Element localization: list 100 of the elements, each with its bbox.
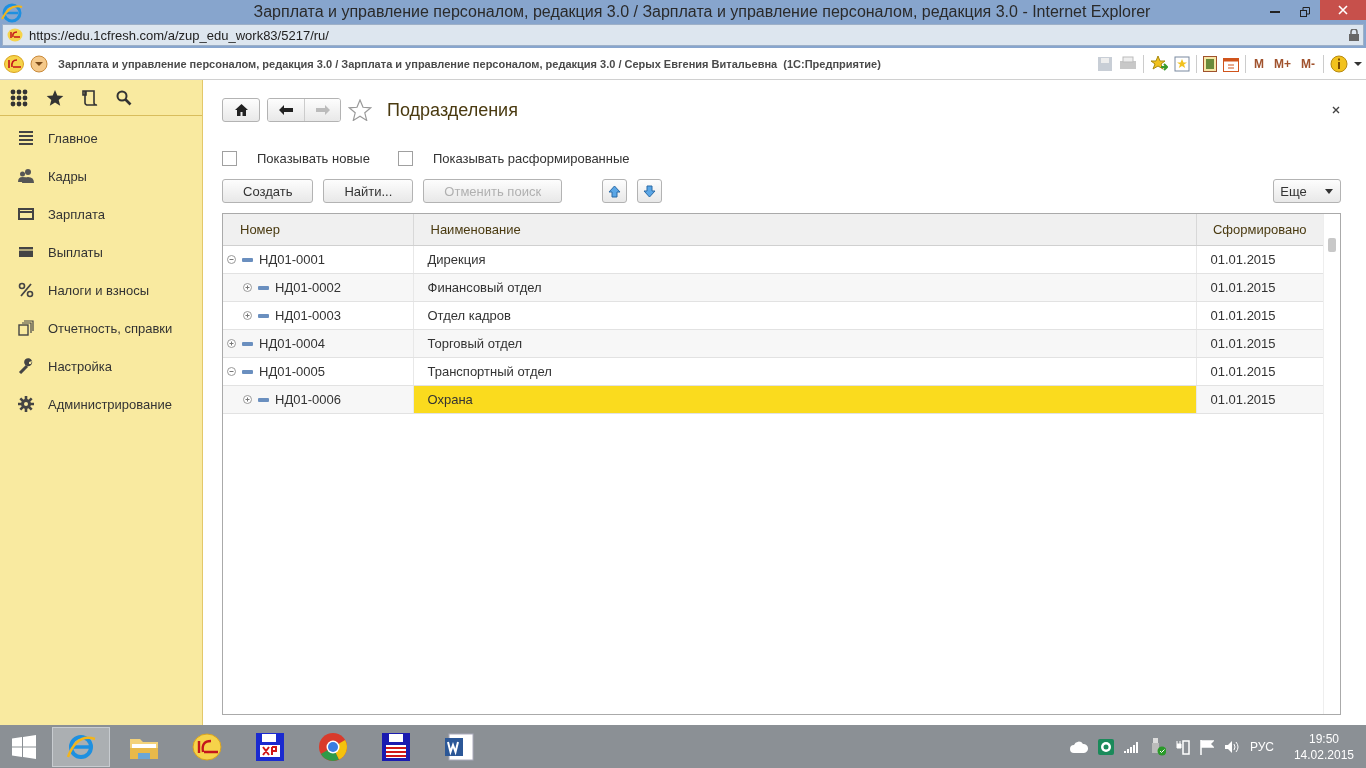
section-icon — [18, 358, 34, 374]
group-icon — [242, 257, 253, 262]
eye-app-icon[interactable] — [1097, 738, 1114, 755]
arrow-up-icon — [608, 184, 622, 198]
search-icon[interactable] — [116, 89, 132, 106]
flag-icon[interactable] — [1199, 738, 1214, 755]
home-icon — [234, 104, 248, 116]
restore-icon — [1300, 7, 1310, 17]
table-cell: Отдел кадров — [413, 301, 1196, 330]
department-number: НД01-0002 — [275, 280, 341, 295]
star-add-icon[interactable] — [1150, 54, 1168, 73]
move-down-button[interactable] — [637, 179, 663, 203]
table-cell: 01.01.2015 — [1196, 385, 1323, 414]
sidebar-item[interactable]: Отчетность, справки — [0, 309, 202, 347]
toolbar-button[interactable]: Создать — [222, 179, 314, 203]
signal-icon[interactable] — [1123, 740, 1140, 753]
apps-grid-icon[interactable] — [10, 88, 28, 107]
section-icon — [18, 396, 34, 412]
arrow-right-icon — [315, 105, 330, 115]
section-icon — [18, 320, 34, 336]
arrow-left-icon — [279, 105, 293, 115]
document-w-icon — [443, 730, 475, 763]
move-up-button[interactable] — [602, 179, 628, 203]
menu-dropdown-icon[interactable] — [30, 54, 48, 73]
checkbox-label: Показывать расформированные — [432, 150, 630, 166]
table-cell: Транспортный отдел — [413, 357, 1196, 386]
star-outline-icon[interactable] — [348, 99, 372, 121]
window-title: Зарплата и управление персоналом, редакция 3.0 / Зарплата и управление персоналом, редакция 3.0 - Internet Explorer — [252, 3, 1152, 21]
minimize-icon — [1270, 11, 1280, 13]
collapse-icon[interactable] — [227, 255, 236, 264]
sidebar-item[interactable]: Настройка — [0, 347, 202, 385]
department-number: НД01-0001 — [259, 252, 325, 267]
column-header[interactable]: Сформировано — [1196, 214, 1323, 246]
group-icon — [242, 341, 253, 346]
section-icon — [18, 244, 34, 260]
group-icon — [258, 313, 269, 318]
checkbox[interactable] — [222, 150, 237, 166]
app-logo-icon — [191, 730, 223, 763]
section-icon — [18, 168, 34, 184]
memory-button[interactable]: M+ — [1272, 56, 1293, 71]
expand-icon[interactable] — [227, 339, 236, 348]
table-cell: Торговый отдел — [413, 329, 1196, 358]
arrow-down-icon — [643, 184, 657, 198]
address-field[interactable]: https://edu.1cfresh.com/a/zup_edu_work83/5217/ru/ — [2, 24, 1364, 46]
star-box-icon[interactable] — [1174, 55, 1190, 72]
expand-icon[interactable] — [243, 395, 252, 404]
memory-button[interactable]: M- — [1299, 56, 1317, 71]
table-cell: Охрана — [413, 385, 1196, 414]
section-icon — [18, 206, 34, 222]
column-header[interactable]: Наименование — [413, 214, 1196, 246]
department-number: НД01-0004 — [259, 336, 325, 351]
department-number: НД01-0006 — [275, 392, 341, 407]
table-cell: Финансовый отдел — [413, 273, 1196, 302]
caret-icon[interactable] — [1354, 60, 1362, 67]
calendar-icon[interactable] — [1223, 55, 1239, 72]
department-number: НД01-0003 — [275, 308, 341, 323]
sidebar-item[interactable]: Зарплата — [0, 195, 202, 233]
sidebar-item[interactable]: Выплаты — [0, 233, 202, 271]
lock-icon — [1349, 29, 1359, 41]
chrome-logo-icon — [317, 730, 349, 763]
collapse-icon[interactable] — [227, 367, 236, 376]
checkbox[interactable] — [397, 150, 413, 166]
calculator-icon[interactable] — [1203, 55, 1217, 72]
star-icon[interactable] — [46, 88, 64, 107]
cloud-icon[interactable] — [1069, 740, 1088, 753]
expand-icon[interactable] — [243, 311, 252, 320]
memory-button[interactable]: M — [1252, 56, 1266, 71]
form-title: Подразделения — [387, 99, 519, 121]
sidebar-item[interactable]: Налоги и взносы — [0, 271, 202, 309]
sidebar-item[interactable]: Кадры — [0, 157, 202, 195]
info-icon[interactable] — [1330, 54, 1348, 73]
app-title: Зарплата и управление персоналом, редакция 3.0 / Зарплата и управление персоналом, редакция 3.0 / Серых Евгения Витальевна (1С:Предприятие) — [58, 57, 881, 70]
browser-logo-icon — [0, 1, 24, 23]
table-cell: 01.01.2015 — [1196, 273, 1323, 302]
app-logo-icon — [4, 54, 24, 73]
speaker-icon[interactable] — [1223, 739, 1240, 754]
caret-icon — [1324, 188, 1333, 194]
back-button[interactable] — [268, 99, 304, 121]
group-icon — [242, 369, 253, 374]
sidebar-item[interactable]: Администрирование — [0, 385, 202, 423]
table-cell: 01.01.2015 — [1196, 329, 1323, 358]
close-icon[interactable] — [1331, 105, 1341, 115]
section-icon — [18, 130, 34, 146]
expand-icon[interactable] — [243, 283, 252, 292]
site-logo-icon — [7, 28, 23, 42]
sidebar-item[interactable]: Главное — [0, 119, 202, 157]
group-icon — [258, 397, 269, 402]
checkbox-label: Показывать новые — [257, 150, 370, 166]
toolbar-button[interactable]: Найти... — [323, 179, 414, 203]
more-button[interactable]: Еще — [1273, 179, 1341, 203]
column-header[interactable]: Номер — [223, 214, 413, 246]
history-icon[interactable] — [82, 88, 98, 107]
home-button[interactable] — [222, 98, 260, 122]
department-number: НД01-0005 — [259, 364, 325, 379]
table-cell: Дирекция — [413, 245, 1196, 274]
group-icon — [258, 285, 269, 290]
battery-icon[interactable] — [1175, 738, 1190, 755]
usb-check-icon[interactable] — [1149, 737, 1166, 756]
windows-logo-icon[interactable] — [12, 734, 36, 759]
close-icon — [1338, 5, 1348, 15]
